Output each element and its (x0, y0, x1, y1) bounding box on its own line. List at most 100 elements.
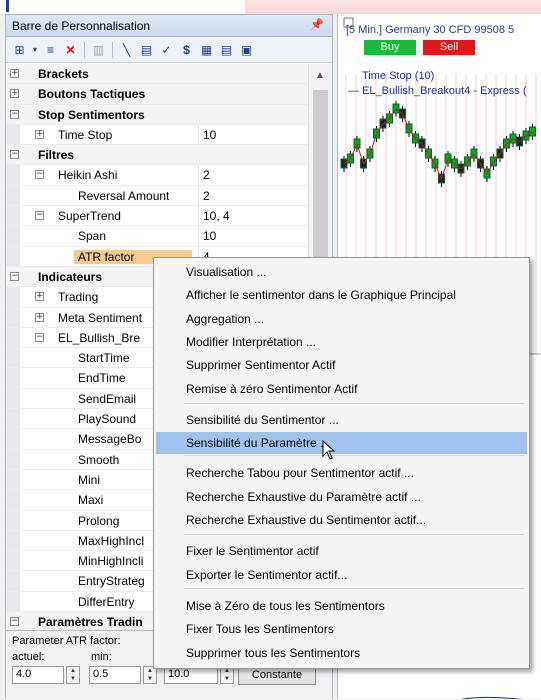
tree-label: Trading (58, 290, 99, 305)
tree-label: Boutons Tactiques (38, 87, 146, 102)
dropdown-icon[interactable]: ▾ (31, 41, 39, 58)
tree-indent (6, 368, 20, 388)
tree-indent (6, 591, 20, 612)
delete-icon[interactable]: ✕ (62, 41, 79, 58)
sell-button[interactable]: Sell (423, 40, 475, 55)
collapse-icon[interactable]: − (10, 150, 19, 160)
collapse-icon[interactable]: − (10, 271, 19, 281)
min-label: min: (91, 651, 112, 663)
tree-indent (6, 530, 20, 551)
expand-icon[interactable]: + (35, 292, 44, 302)
actuel-input[interactable]: 4.0 (12, 666, 64, 684)
tree-label: Indicateurs (38, 269, 103, 284)
context-menu-item[interactable]: Fixer Tous les Sentimentors (154, 618, 529, 640)
context-menu: Visualisation ... Afficher le sentimentor… (153, 257, 530, 669)
tree-label: Stop Sentimentors (38, 107, 145, 122)
actuel-stepper[interactable]: ▲ ▼ (66, 666, 80, 684)
min-input[interactable]: 0.5 (89, 666, 141, 684)
grid-icon[interactable]: ▦ (198, 41, 215, 58)
context-menu-item[interactable]: Supprimer Sentimentor Actif (154, 354, 529, 376)
chart-title: [5 Min.] Germany 30 CFD 99508 5 (346, 24, 515, 36)
tree-value[interactable]: 2 (203, 168, 210, 182)
panel-title: Barre de Personnalisation (12, 19, 151, 33)
tree-value[interactable]: 10 (203, 128, 216, 142)
context-menu-item[interactable]: Modifier Interprétation ... (154, 331, 529, 353)
expand-icon[interactable]: + (35, 312, 44, 322)
tree-label: Maxi (78, 493, 104, 508)
pin-icon[interactable]: 📌 (310, 18, 324, 31)
context-menu-item[interactable]: Recherche Tabou pour Sentimentor actif .… (154, 462, 529, 484)
tree-indent (6, 327, 20, 348)
buy-button[interactable]: Buy (364, 40, 416, 55)
tree-indent (6, 429, 20, 449)
tree-indent (6, 165, 20, 185)
collapse-icon[interactable]: − (35, 170, 44, 180)
context-menu-item[interactable]: Mise à Zéro de tous les Sentimentors (154, 595, 529, 617)
chart-candle (444, 153, 452, 164)
expand-icon[interactable]: + (10, 89, 19, 99)
tree-row[interactable]: Reversal Amount 2 (6, 185, 308, 207)
tree-label: MinHighIncli (78, 554, 144, 569)
tree-row[interactable]: + Time Stop 10 (6, 124, 308, 146)
tree-category[interactable]: + Brackets (6, 64, 308, 85)
tree-indent (6, 571, 20, 591)
tree-label: Smooth (78, 452, 120, 467)
tree-indent (6, 246, 20, 266)
scroll-up-icon[interactable]: ▲ (315, 70, 325, 81)
top-pink-band (245, 0, 541, 14)
tree-label: EntryStrateg (78, 574, 145, 589)
tree-indent (6, 409, 20, 429)
column-divider (198, 165, 199, 185)
tree-label: SendEmail (78, 391, 137, 406)
chart-candle (529, 126, 536, 137)
tree-label: Meta Sentiment (58, 310, 143, 325)
dollar-icon[interactable]: $ (178, 41, 195, 58)
add-icon[interactable]: ⊞ (11, 41, 28, 58)
expand-icon[interactable]: + (10, 69, 19, 78)
tree-indent (6, 551, 20, 571)
tree-indent (6, 124, 20, 145)
context-menu-item[interactable]: Recherche Exhaustive du Paramètre actif … (154, 486, 529, 508)
list-icon[interactable]: ≡ (42, 41, 59, 58)
disabled-icon[interactable]: ▥ (90, 41, 107, 58)
tree-value[interactable]: 2 (203, 189, 210, 203)
collapse-icon[interactable]: − (35, 332, 44, 342)
column-divider (198, 226, 199, 246)
save-icon[interactable]: ▤ (138, 41, 155, 58)
context-menu-item[interactable]: Aggregation ... (154, 308, 529, 330)
tree-indent (6, 348, 20, 368)
column-divider (198, 124, 199, 145)
context-menu-item[interactable]: Supprimer tous les Sentimentors (154, 642, 529, 664)
tree-category[interactable]: − Filtres (6, 145, 308, 166)
table-icon[interactable]: ▤ (218, 41, 235, 58)
expand-icon[interactable]: + (35, 129, 44, 139)
context-menu-item[interactable]: Sensibilité du Sentimentor ... (154, 409, 529, 431)
context-menu-item[interactable]: Sensibilité du Paramètre ... (156, 432, 527, 454)
collapse-icon[interactable]: − (10, 109, 19, 119)
tree-label: SuperTrend (58, 209, 121, 224)
collapse-icon[interactable]: − (10, 617, 19, 627)
context-menu-item[interactable]: Afficher le sentimentor dans le Graphiqu… (154, 284, 529, 306)
tree-row[interactable]: Span 10 (6, 226, 308, 247)
tree-label: Time Stop (58, 127, 113, 142)
tree-indent (6, 449, 20, 469)
tree-indent (6, 185, 20, 206)
tree-category[interactable]: + Boutons Tactiques (6, 84, 308, 105)
context-menu-item[interactable]: Recherche Exhaustive du Sentimentor acti… (154, 509, 529, 531)
context-menu-item[interactable]: Fixer le Sentimentor actif (154, 540, 529, 562)
context-menu-item[interactable]: Remise à zéro Sentimentor Actif (154, 378, 529, 400)
trend-icon[interactable]: ✓ (158, 41, 175, 58)
tree-row[interactable]: − SuperTrend 10, 4 (6, 206, 308, 227)
chart-legend-el-bullish: — EL_Bullish_Breakout4 - Express ( (348, 85, 527, 97)
tree-value[interactable]: 10, 4 (203, 209, 230, 223)
context-menu-item[interactable]: Visualisation ... (154, 261, 529, 283)
collapse-icon[interactable]: − (35, 211, 44, 221)
tree-value[interactable]: 10 (203, 229, 216, 243)
export-icon[interactable]: ▣ (238, 41, 255, 58)
tree-category[interactable]: − Stop Sentimentors (6, 104, 308, 125)
tree-row[interactable]: − Heikin Ashi 2 (6, 165, 308, 186)
context-menu-item[interactable]: Exporter le Sentimentor actif... (154, 564, 529, 586)
chart-line-icon[interactable]: ╲ (118, 41, 135, 58)
top-strip (0, 0, 541, 14)
chart-candle (353, 138, 361, 149)
